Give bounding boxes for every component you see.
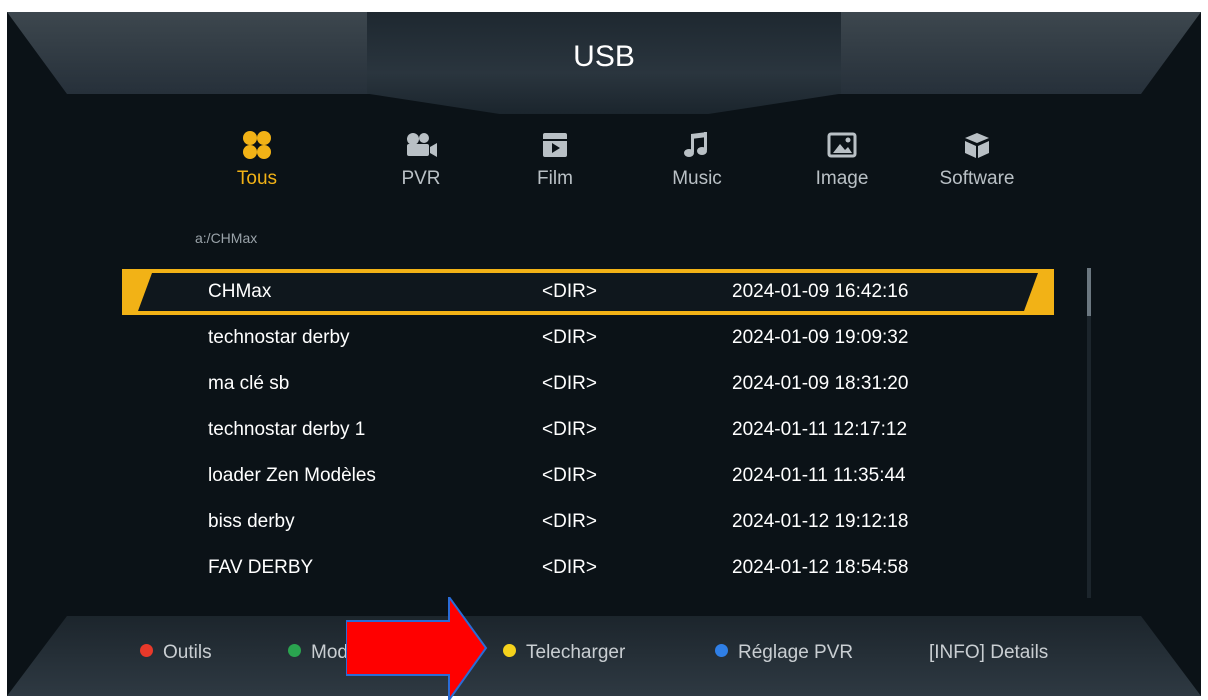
scrollbar-thumb[interactable] bbox=[1087, 268, 1091, 316]
music-note-icon bbox=[684, 132, 707, 157]
tab-film[interactable]: Film bbox=[505, 130, 605, 190]
hint-reglage-pvr[interactable]: Réglage PVR bbox=[715, 642, 853, 664]
file-row[interactable]: loader Zen Modèles <DIR> 2024-01-11 11:3… bbox=[122, 453, 1054, 499]
file-date: 2024-01-11 11:35:44 bbox=[732, 465, 906, 486]
file-type: <DIR> bbox=[542, 419, 597, 440]
file-date: 2024-01-11 12:17:12 bbox=[732, 419, 908, 440]
file-name: biss derby bbox=[208, 511, 295, 532]
tab-label: Film bbox=[537, 168, 573, 189]
file-name: loader Zen Modèles bbox=[208, 465, 376, 486]
file-list: CHMax <DIR> 2024-01-09 16:42:16 technost… bbox=[122, 269, 1054, 591]
tv-screen: USB Tous PVR Film Music Image Software a… bbox=[7, 12, 1201, 696]
film-icon bbox=[543, 133, 567, 157]
current-path: a:/CHMax bbox=[195, 230, 258, 246]
tab-label: Tous bbox=[236, 168, 278, 189]
file-row[interactable]: biss derby <DIR> 2024-01-12 19:12:18 bbox=[122, 499, 1054, 545]
hint-label: [INFO] Details bbox=[929, 642, 1049, 663]
red-button-icon bbox=[140, 644, 153, 658]
tab-label: Software bbox=[939, 168, 1015, 189]
file-row-selected[interactable]: CHMax <DIR> 2024-01-09 16:42:16 bbox=[122, 269, 1054, 315]
file-name: technostar derby 1 bbox=[208, 419, 366, 440]
file-row[interactable]: technostar derby 1 <DIR> 2024-01-11 12:1… bbox=[122, 407, 1054, 453]
file-row[interactable]: ma clé sb <DIR> 2024-01-09 18:31:20 bbox=[122, 361, 1054, 407]
box-icon bbox=[965, 133, 989, 158]
file-row[interactable]: technostar derby <DIR> 2024-01-09 19:09:… bbox=[122, 315, 1054, 361]
tab-pvr[interactable]: PVR bbox=[371, 130, 471, 190]
file-name: technostar derby bbox=[208, 327, 350, 348]
tab-music[interactable]: Music bbox=[647, 130, 747, 190]
hint-telecharger[interactable]: Telecharger bbox=[503, 642, 625, 664]
blue-button-icon bbox=[715, 644, 728, 658]
hint-info[interactable]: [INFO] Details bbox=[929, 642, 1048, 664]
file-name: ma clé sb bbox=[208, 373, 290, 394]
green-button-icon bbox=[288, 644, 301, 658]
file-row[interactable]: FAV DERBY <DIR> 2024-01-12 18:54:58 bbox=[122, 545, 1054, 591]
tab-label: Image bbox=[815, 168, 869, 189]
camcorder-icon bbox=[407, 133, 437, 157]
file-type: <DIR> bbox=[542, 511, 597, 532]
file-name: FAV DERBY bbox=[208, 557, 314, 578]
hint-outils[interactable]: Outils bbox=[140, 642, 212, 664]
file-type: <DIR> bbox=[542, 373, 597, 394]
scrollbar[interactable] bbox=[1087, 268, 1091, 598]
file-type: <DIR> bbox=[542, 281, 597, 302]
file-date: 2024-01-12 18:54:58 bbox=[732, 557, 909, 578]
yellow-button-icon bbox=[503, 644, 516, 658]
file-type: <DIR> bbox=[542, 465, 597, 486]
hint-label: Réglage PVR bbox=[738, 642, 854, 663]
grid-icon bbox=[243, 131, 271, 159]
picture-icon bbox=[827, 132, 857, 158]
file-type: <DIR> bbox=[542, 557, 597, 578]
tab-label: PVR bbox=[401, 168, 441, 189]
file-date: 2024-01-09 19:09:32 bbox=[732, 327, 909, 348]
hint-label: Telecharger bbox=[526, 642, 626, 663]
file-name: CHMax bbox=[208, 281, 272, 302]
tab-tous[interactable]: Tous bbox=[207, 130, 307, 190]
file-date: 2024-01-12 19:12:18 bbox=[732, 511, 909, 532]
arrow-annotation-icon bbox=[346, 597, 488, 700]
tab-software[interactable]: Software bbox=[927, 130, 1027, 190]
file-date: 2024-01-09 18:31:20 bbox=[732, 373, 909, 394]
hint-label: Outils bbox=[163, 642, 212, 663]
page-title: USB bbox=[573, 40, 635, 73]
tab-image[interactable]: Image bbox=[792, 130, 892, 190]
file-type: <DIR> bbox=[542, 327, 597, 348]
file-date: 2024-01-09 16:42:16 bbox=[732, 281, 909, 302]
tab-label: Music bbox=[672, 168, 722, 189]
